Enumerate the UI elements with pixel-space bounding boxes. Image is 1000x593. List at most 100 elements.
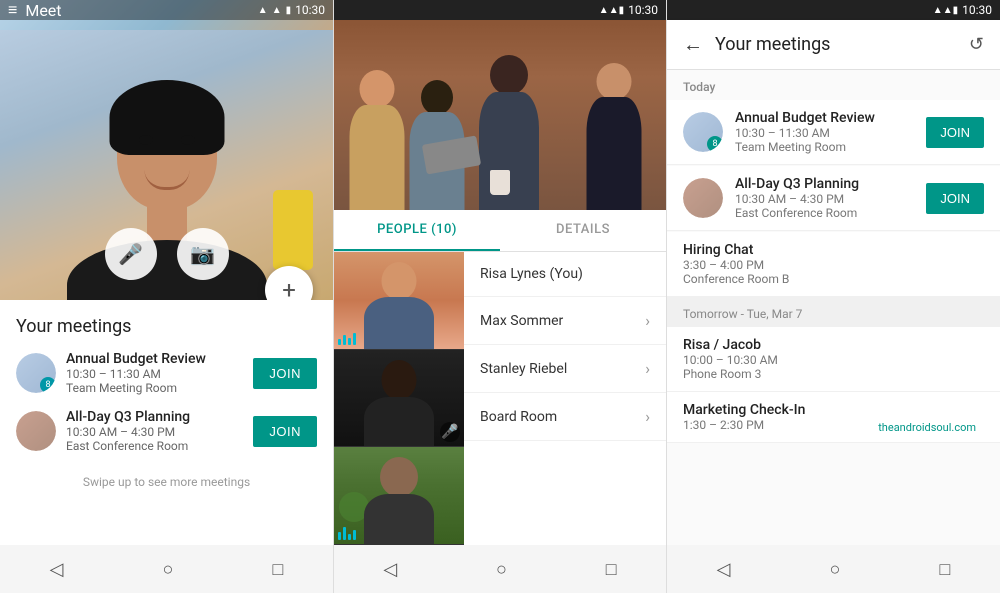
recents-nav-left[interactable]: □ [253, 551, 304, 588]
right-content: Today 8 Annual Budget Review 10:30 – 11:… [667, 70, 1000, 545]
r-join-button-1[interactable]: JOIN [926, 183, 984, 214]
meeting-avatar-1: 8 [16, 353, 56, 393]
left-status-bar: ≡ Meet ▲ ▲ ▮ 10:30 [0, 0, 333, 20]
panel-right: ▲ ▲ ▮ 10:30 ← Your meetings ↺ Today 8 An… [667, 0, 1000, 593]
right-header: ← Your meetings ↺ [667, 20, 1000, 70]
person-video-2: 🎤 [334, 350, 464, 448]
group-photo [334, 20, 666, 210]
camera-controls: 🎤 📷 [105, 228, 229, 280]
nav-bar-middle: ◁ ○ □ [334, 545, 666, 593]
camera-view: ≡ Meet ▲ ▲ ▮ 10:30 [0, 0, 333, 300]
rs-room-tom-0: Phone Room 3 [683, 367, 984, 381]
person-name-1: Max Sommer [480, 313, 563, 329]
signal-icon-right: ▲ [933, 5, 943, 16]
back-nav-right[interactable]: ◁ [697, 551, 751, 588]
person-name-3: Board Room [480, 409, 557, 425]
battery-icon-right: ▮ [953, 5, 959, 16]
home-nav-right[interactable]: ○ [810, 551, 861, 588]
status-time-right: 10:30 [962, 3, 992, 17]
mic-muted-icon-2: 🎤 [440, 422, 460, 442]
battery-icon-mid: ▮ [619, 5, 625, 16]
r-meeting-time-0: 10:30 – 11:30 AM [735, 126, 926, 140]
right-meeting-item-1[interactable]: All-Day Q3 Planning 10:30 AM – 4:30 PM E… [667, 166, 1000, 231]
refresh-button[interactable]: ↺ [969, 34, 984, 55]
nav-bar-left: ◁ ○ □ [0, 545, 333, 593]
join-button-2[interactable]: JOIN [253, 416, 317, 447]
meetings-section: Your meetings 8 Annual Budget Review 10:… [0, 300, 333, 545]
right-simple-item-tomorrow-0[interactable]: Risa / Jacob 10:00 – 10:30 AM Phone Room… [667, 327, 1000, 392]
meeting-name-1: Annual Budget Review [66, 351, 253, 367]
rs-name-tom-0: Risa / Jacob [683, 337, 984, 353]
tabs: PEOPLE (10) DETAILS [334, 210, 666, 252]
r-avatar-0: 8 [683, 112, 723, 152]
signal-icon: ▲ [258, 5, 268, 16]
watermark: theandroidsoul.com [862, 417, 992, 438]
middle-status-bar: ▲ ▲ ▮ 10:30 [334, 0, 666, 20]
status-time-mid: 10:30 [628, 3, 658, 17]
recents-nav-mid[interactable]: □ [586, 551, 637, 588]
plus-icon: + [282, 276, 296, 300]
person-list-item-1[interactable]: Max Sommer › [464, 297, 666, 345]
meeting-item-2[interactable]: All-Day Q3 Planning 10:30 AM – 4:30 PM E… [16, 409, 317, 453]
person-name-2: Stanley Riebel [480, 361, 567, 377]
people-grid: 🎤 Ri [334, 252, 666, 545]
r-meeting-name-0: Annual Budget Review [735, 110, 926, 126]
panel-left: ≡ Meet ▲ ▲ ▮ 10:30 [0, 0, 333, 593]
person-list-item-0[interactable]: Risa Lynes (You) [464, 252, 666, 297]
mute-camera-button[interactable]: 📷 [177, 228, 229, 280]
video-bars-3 [338, 527, 356, 540]
avatar-badge-1: 8 [40, 377, 56, 393]
back-nav-left[interactable]: ◁ [30, 551, 84, 588]
right-simple-item-0[interactable]: Hiring Chat 3:30 – 4:00 PM Conference Ro… [667, 232, 1000, 297]
back-button-right[interactable]: ← [683, 32, 703, 57]
home-nav-mid[interactable]: ○ [476, 551, 527, 588]
person-list-item-2[interactable]: Stanley Riebel › [464, 345, 666, 393]
chevron-icon-2: › [645, 359, 650, 378]
mic-muted-icon: 🎤 [118, 242, 143, 266]
back-nav-mid[interactable]: ◁ [363, 551, 417, 588]
panel-middle: ▲ ▲ ▮ 10:30 [333, 0, 667, 593]
person-video-3 [334, 447, 464, 545]
mute-mic-button[interactable]: 🎤 [105, 228, 157, 280]
meeting-name-2: All-Day Q3 Planning [66, 409, 253, 425]
right-simple-item-tomorrow-1[interactable]: Marketing Check-In 1:30 – 2:30 PM theand… [667, 392, 1000, 443]
right-meeting-item-0[interactable]: 8 Annual Budget Review 10:30 – 11:30 AM … [667, 100, 1000, 165]
meeting-room-1: Team Meeting Room [66, 381, 253, 395]
meeting-avatar-2 [16, 411, 56, 451]
r-meeting-room-0: Team Meeting Room [735, 140, 926, 154]
recents-nav-right[interactable]: □ [920, 551, 971, 588]
person-video-1 [334, 252, 464, 350]
app-title: Meet [25, 1, 61, 20]
section-today: Today [667, 70, 1000, 100]
r-join-button-0[interactable]: JOIN [926, 117, 984, 148]
person-list-item-3[interactable]: Board Room › [464, 393, 666, 441]
r-info-1: All-Day Q3 Planning 10:30 AM – 4:30 PM E… [735, 176, 926, 220]
tab-people[interactable]: PEOPLE (10) [334, 210, 500, 251]
meetings-heading: Your meetings [16, 316, 317, 337]
r-meeting-name-1: All-Day Q3 Planning [735, 176, 926, 192]
person-name-0: Risa Lynes (You) [480, 266, 583, 282]
section-tomorrow: Tomorrow - Tue, Mar 7 [667, 297, 1000, 327]
wifi-icon-right: ▲ [943, 5, 953, 16]
people-videos: 🎤 [334, 252, 464, 545]
people-list: Risa Lynes (You) Max Sommer › Stanley Ri… [464, 252, 666, 545]
rs-meeting-room-0: Conference Room B [683, 272, 984, 286]
rs-meeting-time-0: 3:30 – 4:00 PM [683, 258, 984, 272]
camera-off-icon: 📷 [190, 242, 215, 266]
tab-details[interactable]: DETAILS [500, 210, 666, 251]
wifi-icon: ▲ [272, 5, 282, 16]
home-nav-left[interactable]: ○ [143, 551, 194, 588]
join-button-1[interactable]: JOIN [253, 358, 317, 389]
battery-icon: ▮ [286, 5, 292, 16]
meeting-item-1[interactable]: 8 Annual Budget Review 10:30 – 11:30 AM … [16, 351, 317, 395]
swipe-hint: Swipe up to see more meetings [16, 467, 317, 497]
menu-icon[interactable]: ≡ [8, 0, 17, 20]
video-bars-1 [338, 333, 356, 345]
right-title: Your meetings [715, 34, 969, 55]
r-meeting-room-1: East Conference Room [735, 206, 926, 220]
signal-icon-mid: ▲ [599, 5, 609, 16]
meeting-time-2: 10:30 AM – 4:30 PM [66, 425, 253, 439]
rs-meeting-name-0: Hiring Chat [683, 242, 984, 258]
meeting-room-2: East Conference Room [66, 439, 253, 453]
rs-name-tom-1: Marketing Check-In [683, 402, 984, 418]
